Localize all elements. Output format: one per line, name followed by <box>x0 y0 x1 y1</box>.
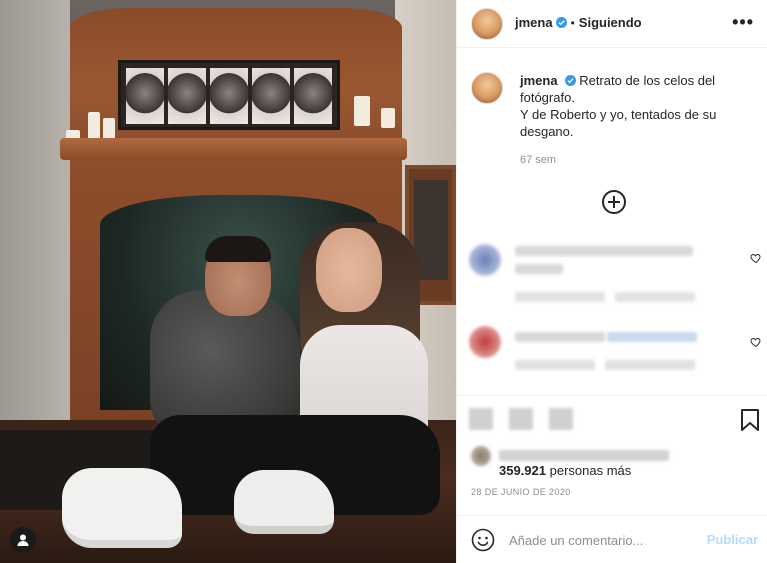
liked-by-blurred <box>499 450 669 461</box>
likes-count[interactable]: 359.921 personas más <box>499 463 631 478</box>
portrait <box>252 68 290 124</box>
comment-meta-blurred <box>515 360 595 370</box>
header-meta: jmena • Siguiendo <box>515 14 642 32</box>
caption-text-4: desgano. <box>520 124 574 139</box>
caption-username[interactable]: jmena <box>520 73 558 88</box>
portrait-strip <box>126 68 332 124</box>
likes-number: 359.921 <box>499 463 546 478</box>
liker-avatar[interactable] <box>471 446 491 466</box>
commenter-avatar[interactable] <box>469 326 501 358</box>
comment-text-blurred <box>515 264 563 274</box>
post-sidebar: jmena • Siguiendo ••• jmena Retrato de los… <box>456 0 767 563</box>
more-options-icon[interactable]: ••• <box>732 12 754 33</box>
verified-badge-icon <box>564 75 576 86</box>
heart-icon[interactable] <box>750 336 762 348</box>
post-date: 28 DE JUNIO DE 2020 <box>471 487 571 497</box>
woman-head <box>316 228 382 312</box>
post-header: jmena • Siguiendo ••• <box>457 0 767 48</box>
action-bar <box>457 395 767 515</box>
portrait <box>210 68 248 124</box>
comment-text-blurred <box>515 332 605 342</box>
sneaker <box>62 468 182 548</box>
candle <box>103 118 115 140</box>
comment-text-blurred <box>515 246 693 256</box>
avatar[interactable] <box>471 8 503 40</box>
separator-dot: • <box>570 16 575 30</box>
candle <box>354 96 370 126</box>
caption: jmena Retrato de los celos del fotógrafo… <box>520 72 750 140</box>
wall-left <box>0 0 70 430</box>
caption-avatar[interactable] <box>471 72 503 104</box>
candle <box>88 112 100 140</box>
bookmark-icon[interactable] <box>740 408 760 432</box>
comment-icon-blurred[interactable] <box>509 408 533 430</box>
plus-circle-icon[interactable] <box>602 190 626 214</box>
verified-badge-icon <box>555 17 567 28</box>
comment-item <box>457 322 767 402</box>
candle <box>381 108 395 128</box>
sneaker <box>234 470 334 534</box>
username[interactable]: jmena <box>515 15 553 30</box>
comment-item <box>457 238 767 318</box>
like-icon-blurred[interactable] <box>469 408 493 430</box>
caption-text-1: Retrato de los celos del <box>579 73 716 88</box>
portrait <box>168 68 206 124</box>
likes-suffix: personas más <box>546 463 632 478</box>
portrait <box>294 68 332 124</box>
comment-input[interactable] <box>509 528 699 552</box>
commenter-avatar[interactable] <box>469 244 501 276</box>
add-comment-bar: Publicar <box>457 515 767 563</box>
caption-text-3: Y de Roberto y yo, tentados de su <box>520 107 717 122</box>
comment-meta-blurred <box>515 292 605 302</box>
man-hair <box>205 236 271 262</box>
post-photo[interactable] <box>0 0 456 563</box>
comment-mention-blurred <box>607 332 697 342</box>
comment-meta-blurred <box>605 360 695 370</box>
follow-status-button[interactable]: Siguiendo <box>579 15 642 30</box>
comment-meta-blurred <box>615 292 695 302</box>
publish-button[interactable]: Publicar <box>707 532 758 547</box>
mantel-shelf <box>60 138 407 160</box>
emoji-icon[interactable] <box>471 528 495 552</box>
share-icon-blurred[interactable] <box>549 408 573 430</box>
heart-icon[interactable] <box>750 252 762 264</box>
caption-text-2: fotógrafo. <box>520 90 575 105</box>
user-tag-icon[interactable] <box>10 527 36 553</box>
portrait <box>126 68 164 124</box>
caption-timestamp[interactable]: 67 sem <box>520 154 556 166</box>
